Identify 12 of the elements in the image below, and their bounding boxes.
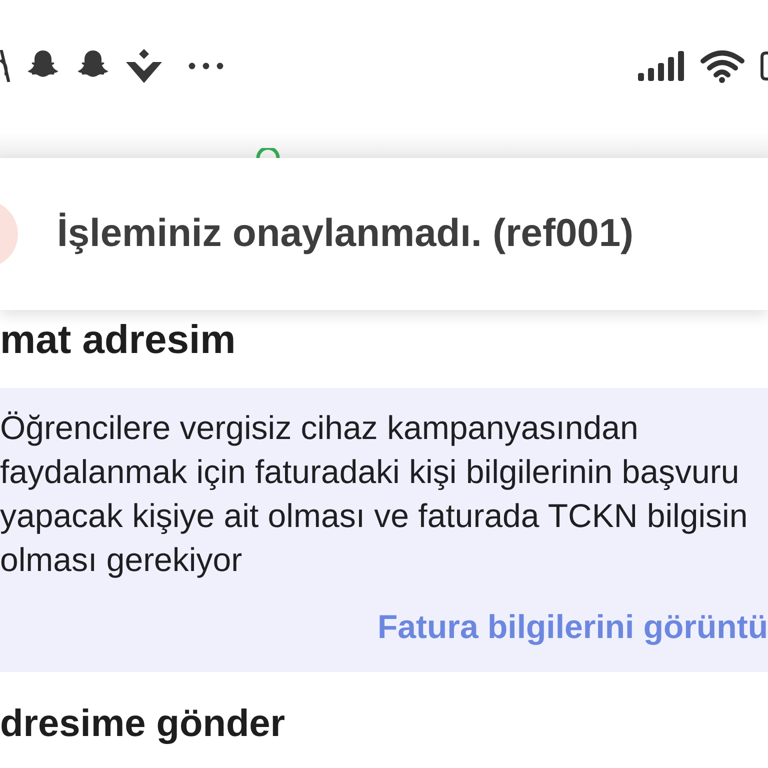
wifi-icon (700, 49, 745, 83)
toast-message: İşleminiz onaylanmadı. (ref001) (57, 212, 634, 256)
section-title: dresime gönder (0, 702, 286, 747)
battery-icon (760, 51, 768, 81)
diamond-chevron-icon (126, 49, 162, 83)
section-title: mat adresim (0, 317, 237, 364)
notice-text: Öğrencilere vergisiz cihaz kampanyasından faydalanmak için faturadaki kişi bilgilerinin başvuru yapacak kişiye ait olması ve faturada TCKN bilgisin olması gerekiyor (0, 408, 749, 580)
signal-icon (638, 51, 686, 81)
more-icon (188, 62, 224, 70)
view-invoice-link[interactable]: Fatura bilgilerini görüntü (378, 605, 768, 649)
slash-icon (0, 50, 10, 82)
ring-icon (256, 148, 280, 158)
